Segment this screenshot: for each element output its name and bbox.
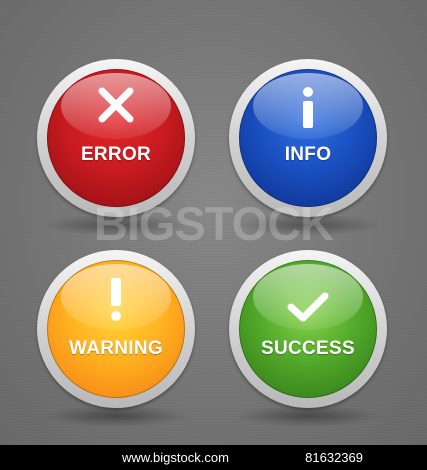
footer-bar: www.bigstock.com 81632369 bbox=[0, 445, 427, 470]
badge-shadow bbox=[43, 214, 189, 236]
info-badge: INFO bbox=[229, 59, 387, 236]
info-i-icon bbox=[239, 87, 377, 134]
footer-site: www.bigstock.com bbox=[122, 450, 229, 465]
error-label: ERROR bbox=[80, 144, 152, 165]
check-mark-icon bbox=[239, 290, 377, 329]
icon-canvas: ERROR INFO WARNING SUCCESS BIGSTOCK bbox=[0, 0, 427, 445]
warning-label: WARNING bbox=[69, 338, 163, 359]
exclamation-mark-icon bbox=[47, 278, 185, 327]
badge-shadow bbox=[43, 405, 189, 427]
warning-disc: WARNING bbox=[47, 260, 185, 398]
badge-shadow bbox=[235, 214, 381, 236]
info-disc: INFO bbox=[239, 69, 377, 207]
error-badge: ERROR bbox=[37, 59, 195, 236]
error-disc: ERROR bbox=[47, 69, 185, 207]
badge-shadow bbox=[235, 405, 381, 427]
footer-image-id: 81632369 bbox=[305, 450, 363, 465]
x-mark-icon bbox=[47, 85, 185, 130]
success-disc: SUCCESS bbox=[239, 260, 377, 398]
success-label: SUCCESS bbox=[261, 338, 355, 359]
warning-badge: WARNING bbox=[37, 250, 195, 427]
info-label: INFO bbox=[284, 144, 332, 165]
success-badge: SUCCESS bbox=[229, 250, 387, 427]
